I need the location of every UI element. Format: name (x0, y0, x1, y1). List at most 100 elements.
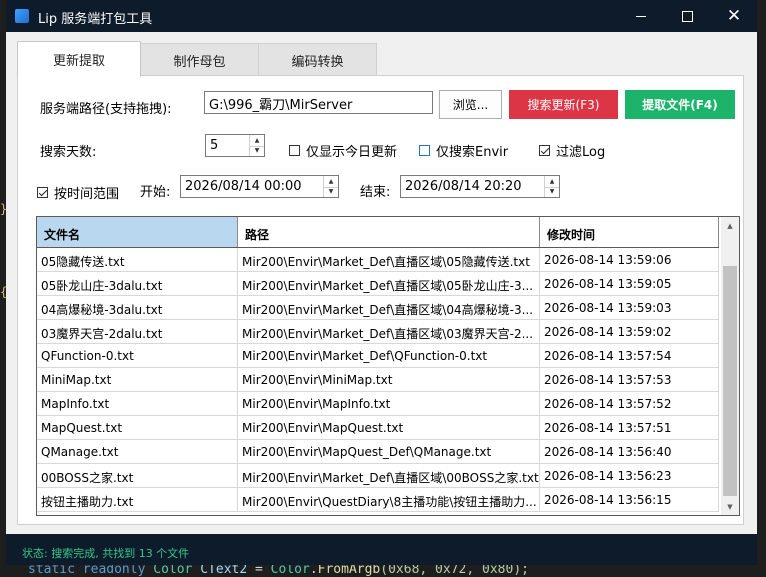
cell-path: Mir200\Envir\Market_Def\直播区域\05卧龙山庄-3... (238, 272, 540, 296)
cell-path: Mir200\Envir\Market_Def\直播区域\05隐藏传送.txt (238, 248, 540, 272)
cell-path: Mir200\Envir\Market_Def\直播区域\03魔界天宫-2... (238, 320, 540, 344)
window-title: Lip 服务端打包工具 (38, 12, 153, 27)
window-content: 更新提取 制作母包 编码转换 服务端路径(支持拖拽): G:\996_霸刀\Mi… (6, 32, 757, 534)
tab-encoding-convert[interactable]: 编码转换 (258, 43, 377, 76)
cell-filename: MapQuest.txt (37, 416, 238, 440)
cell-filename: 00BOSS之家.txt (37, 464, 238, 488)
cell-filename: 按钮主播助力.txt (37, 488, 238, 512)
search-days-value: 5 (210, 138, 219, 153)
start-datetime-picker[interactable]: 2026/08/14 00:00 ▲ ▼ (180, 175, 339, 198)
cell-filename: QManage.txt (37, 440, 238, 464)
end-label: 结束: (360, 185, 391, 200)
table-row[interactable]: MiniMap.txt Mir200\Envir\MiniMap.txt 2026-… (37, 368, 719, 392)
cell-filename: MapInfo.txt (37, 392, 238, 416)
cell-filename: 04高爆秘境-3dalu.txt (37, 296, 238, 320)
cell-modified-time: 2026-08-14 13:57:53 (540, 368, 719, 392)
results-table[interactable]: 文件名 路径 修改时间 05隐藏传送.txt Mir200\Envir\Marke… (36, 216, 740, 516)
server-path-label: 服务端路径(支持拖拽): (40, 102, 172, 117)
column-header-path[interactable]: 路径 (238, 217, 540, 247)
cell-path: Mir200\Envir\MapQuest_Def\QManage.txt (238, 440, 540, 464)
server-path-input[interactable]: G:\996_霸刀\MirServer (204, 91, 433, 114)
table-row[interactable]: 00BOSS之家.txt Mir200\Envir\Market_Def\直播区域… (37, 464, 719, 488)
stepper-arrows: ▲ ▼ (323, 176, 338, 197)
close-button[interactable]: ✕ (711, 0, 757, 32)
table-header: 文件名 路径 修改时间 (37, 217, 719, 248)
table-row[interactable]: QFunction-0.txt Mir200\Envir\Market_Def\Q… (37, 344, 719, 368)
search-days-stepper[interactable]: 5 ▲ ▼ (205, 134, 265, 157)
today-only-checkbox[interactable]: 仅显示今日更新 (289, 141, 397, 160)
cell-path: Mir200\Envir\MapQuest.txt (238, 416, 540, 440)
stepper-down-icon[interactable]: ▼ (545, 187, 559, 198)
cell-modified-time: 2026-08-14 13:57:51 (540, 416, 719, 440)
app-window: Lip 服务端打包工具 ✕ 更新提取 制作母包 编码转换 服务端路径(支持拖拽)… (6, 0, 757, 565)
table-row[interactable]: QManage.txt Mir200\Envir\MapQuest_Def\QMa… (37, 440, 719, 464)
stepper-down-icon[interactable]: ▼ (250, 146, 264, 157)
cell-modified-time: 2026-08-14 13:57:52 (540, 392, 719, 416)
search-days-label: 搜索天数: (40, 145, 97, 160)
cell-filename: MiniMap.txt (37, 368, 238, 392)
cell-path: Mir200\Envir\Market_Def\直播区域\00BOSS之家.tx… (238, 464, 540, 488)
envir-only-checkbox[interactable]: 仅搜索Envir (419, 141, 508, 160)
cell-path: Mir200\Envir\MapInfo.txt (238, 392, 540, 416)
table-row[interactable]: 03魔界天宫-2dalu.txt Mir200\Envir\Market_Def\… (37, 320, 719, 344)
cell-modified-time: 2026-08-14 13:59:05 (540, 272, 719, 296)
cell-filename: QFunction-0.txt (37, 344, 238, 368)
vertical-scrollbar[interactable]: ▲ ▼ (721, 217, 739, 515)
scroll-down-icon[interactable]: ▼ (721, 498, 739, 515)
scroll-up-icon[interactable]: ▲ (721, 217, 739, 234)
end-datetime-value: 2026/08/14 20:20 (405, 179, 522, 194)
tab-make-base-package[interactable]: 制作母包 (140, 43, 259, 76)
table-row[interactable]: 04高爆秘境-3dalu.txt Mir200\Envir\Market_Def\… (37, 296, 719, 320)
browse-button[interactable]: 浏览... (439, 90, 502, 119)
maximize-button[interactable] (664, 0, 710, 32)
extract-files-button[interactable]: 提取文件(F4) (625, 90, 735, 119)
table-row[interactable]: 05隐藏传送.txt Mir200\Envir\Market_Def\直播区域\0… (37, 248, 719, 272)
cell-path: Mir200\Envir\MiniMap.txt (238, 368, 540, 392)
search-update-button[interactable]: 搜索更新(F3) (509, 90, 618, 119)
cell-modified-time: 2026-08-14 13:59:03 (540, 296, 719, 320)
cell-filename: 03魔界天宫-2dalu.txt (37, 320, 238, 344)
close-icon: ✕ (726, 5, 742, 26)
end-datetime-picker[interactable]: 2026/08/14 20:20 ▲ ▼ (400, 175, 560, 198)
filter-log-checkbox[interactable]: 过滤Log (539, 141, 605, 160)
checkbox-box-checked (539, 145, 550, 156)
cell-filename: 05卧龙山庄-3dalu.txt (37, 272, 238, 296)
envir-only-label: 仅搜索Envir (436, 145, 509, 160)
table-row[interactable]: 按钮主播助力.txt Mir200\Envir\QuestDiary\8主播功能\… (37, 488, 719, 512)
cell-modified-time: 2026-08-14 13:56:15 (540, 488, 719, 512)
time-range-checkbox[interactable]: 按时间范围 (37, 183, 119, 202)
status-bar: 状态: 搜索完成, 共找到 13 个文件 (6, 534, 757, 565)
cell-modified-time: 2026-08-14 13:57:54 (540, 344, 719, 368)
minimize-icon (636, 15, 646, 17)
stepper-arrows: ▲ ▼ (544, 176, 559, 197)
app-icon (15, 9, 29, 23)
cell-modified-time: 2026-08-14 13:56:23 (540, 464, 719, 488)
column-header-filename[interactable]: 文件名 (37, 217, 238, 247)
cell-path: Mir200\Envir\Market_Def\QFunction-0.txt (238, 344, 540, 368)
tab-update-extract[interactable]: 更新提取 (17, 41, 141, 77)
today-only-label: 仅显示今日更新 (306, 145, 398, 160)
tab-panel-update-extract: 服务端路径(支持拖拽): G:\996_霸刀\MirServer 浏览... 搜… (17, 75, 744, 525)
table-row[interactable]: MapInfo.txt Mir200\Envir\MapInfo.txt 2026-… (37, 392, 719, 416)
checkbox-box (289, 145, 300, 156)
scrollbar-thumb[interactable] (723, 266, 737, 496)
minimize-button[interactable] (618, 0, 664, 32)
start-datetime-value: 2026/08/14 00:00 (185, 179, 302, 194)
stepper-arrows: ▲ ▼ (249, 135, 264, 156)
column-header-modified[interactable]: 修改时间 (540, 217, 719, 247)
cell-path: Mir200\Envir\QuestDiary\8主播功能\按钮主播助力... (238, 488, 540, 512)
table-row[interactable]: MapQuest.txt Mir200\Envir\MapQuest.txt 202… (37, 416, 719, 440)
filter-log-label: 过滤Log (556, 145, 606, 160)
checkbox-box (419, 145, 430, 156)
cell-modified-time: 2026-08-14 13:59:02 (540, 320, 719, 344)
title-bar[interactable]: Lip 服务端打包工具 ✕ (6, 0, 757, 32)
time-range-label: 按时间范围 (54, 187, 120, 202)
table-row[interactable]: 05卧龙山庄-3dalu.txt Mir200\Envir\Market_Def\… (37, 272, 719, 296)
checkbox-box-checked (37, 187, 48, 198)
cell-modified-time: 2026-08-14 13:56:40 (540, 440, 719, 464)
status-text: 状态: 搜索完成, 共找到 13 个文件 (22, 547, 190, 560)
maximize-icon (681, 10, 693, 22)
stepper-down-icon[interactable]: ▼ (324, 187, 338, 198)
start-label: 开始: (140, 185, 171, 200)
cell-filename: 05隐藏传送.txt (37, 248, 238, 272)
